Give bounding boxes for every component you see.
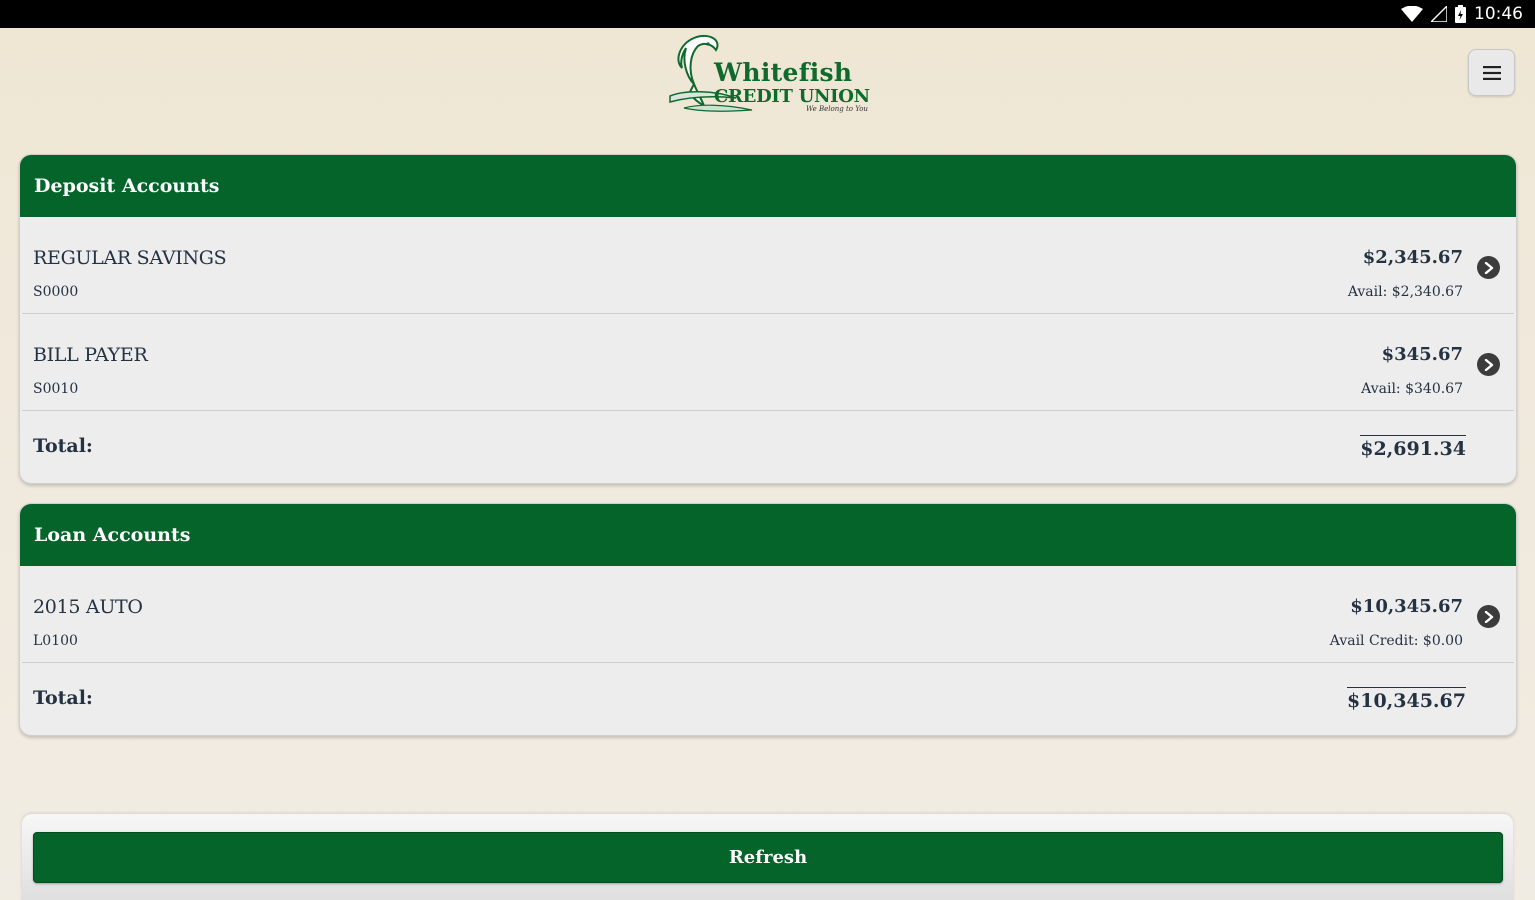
- account-balance: $2,345.67: [1362, 247, 1463, 268]
- total-label: Total:: [33, 687, 93, 709]
- account-balance: $345.67: [1381, 344, 1463, 365]
- deposit-accounts-panel: Deposit Accounts REGULAR SAVINGS S0000 $…: [19, 154, 1517, 484]
- account-number: S0000: [33, 284, 79, 300]
- account-number: S0010: [33, 381, 79, 397]
- status-bar: 10:46: [0, 0, 1535, 28]
- account-available: Avail: $340.67: [1361, 381, 1463, 397]
- account-number: L0100: [33, 633, 78, 649]
- account-balance: $10,345.67: [1350, 596, 1463, 617]
- loan-accounts-panel: Loan Accounts 2015 AUTO L0100 $10,345.67…: [19, 503, 1517, 736]
- battery-icon: [1455, 5, 1466, 23]
- account-available: Avail: $2,340.67: [1347, 284, 1463, 300]
- chevron-right-icon[interactable]: [1477, 256, 1500, 279]
- chevron-right-icon[interactable]: [1477, 605, 1500, 628]
- chevron-right-icon[interactable]: [1477, 353, 1500, 376]
- deposit-total-row: Total: $2,691.34: [22, 411, 1514, 481]
- deposit-accounts-title: Deposit Accounts: [20, 155, 1516, 217]
- loan-accounts-title: Loan Accounts: [20, 504, 1516, 566]
- account-name: 2015 AUTO: [33, 596, 143, 618]
- total-amount: $10,345.67: [1347, 687, 1466, 712]
- hamburger-menu-icon: [1482, 65, 1501, 80]
- footer-bar: Refresh: [22, 814, 1513, 900]
- account-row-2015-auto[interactable]: 2015 AUTO L0100 $10,345.67 Avail Credit:…: [22, 566, 1514, 663]
- loan-total-row: Total: $10,345.67: [22, 663, 1514, 733]
- wifi-icon: [1401, 6, 1423, 22]
- account-row-bill-payer[interactable]: BILL PAYER S0010 $345.67 Avail: $340.67: [22, 314, 1514, 411]
- account-name: BILL PAYER: [33, 344, 148, 366]
- total-amount: $2,691.34: [1360, 435, 1466, 460]
- app-header: Whitefish CREDIT UNION We Belong to You: [0, 28, 1535, 146]
- account-available: Avail Credit: $0.00: [1329, 633, 1463, 649]
- total-label: Total:: [33, 435, 93, 457]
- account-name: REGULAR SAVINGS: [33, 247, 227, 269]
- cell-signal-icon: [1431, 6, 1447, 22]
- whitefish-logo[interactable]: Whitefish CREDIT UNION We Belong to You: [664, 32, 874, 116]
- menu-button[interactable]: [1468, 49, 1515, 96]
- account-row-regular-savings[interactable]: REGULAR SAVINGS S0000 $2,345.67 Avail: $…: [22, 217, 1514, 314]
- clock: 10:46: [1474, 4, 1523, 24]
- refresh-button[interactable]: Refresh: [33, 832, 1503, 883]
